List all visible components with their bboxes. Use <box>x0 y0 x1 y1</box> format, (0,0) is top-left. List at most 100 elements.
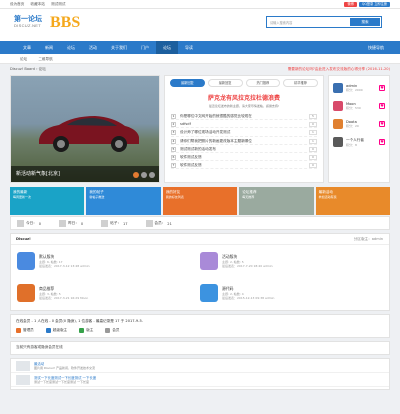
forum-last-post[interactable]: 最后发表：2017-3-12 13:48 admin <box>39 264 89 268</box>
feature-tile[interactable]: 最新活动 参加活动有奖 <box>315 187 391 215</box>
nav-item[interactable]: 新闻 <box>38 41 60 54</box>
forum-icon[interactable] <box>200 284 218 302</box>
member-item[interactable]: 一个人行者 积分：8 ♥ <box>333 133 385 151</box>
quick-nav-button[interactable]: 快捷导航 <box>368 41 384 54</box>
feature-tile[interactable]: 我的帖子 新帖子推送 <box>86 187 161 215</box>
thread-title[interactable]: 测试测试新的活动发布 <box>180 147 216 151</box>
forum-icon[interactable] <box>200 252 218 270</box>
tab-digest[interactable]: 精华推荐 <box>283 79 318 87</box>
list-item[interactable]: 最活动 图片用 Discuz! 产品新闻，软件开发技术交流 <box>11 359 389 373</box>
login-area: 微博 QQ登录 立即注册 <box>344 1 390 7</box>
heart-icon[interactable]: ♥ <box>379 103 385 109</box>
avatar[interactable] <box>333 83 343 93</box>
bookmark-link[interactable]: 收藏本站 <box>31 2 45 6</box>
main-nav: 文章 新闻 论坛 活动 关于我们 门户 论坛 导读 快捷导航 <box>0 41 400 54</box>
search-button[interactable]: 搜索 <box>350 18 380 26</box>
test-link[interactable]: 测试测试 <box>51 2 65 6</box>
list-item[interactable]: 测试一下长度测试一下长度测试 一下长度 测试一下长度测试一下长度测试 一下长度 <box>11 373 389 387</box>
legend-icon <box>105 328 111 333</box>
list-item[interactable]: 7 软件测试反馈 0 <box>171 161 317 170</box>
forum-last-post[interactable]: 最后发表：2017-7-20 18:40 admin <box>222 264 272 268</box>
feature-tile[interactable]: 论坛推荐 每天推荐 <box>239 187 314 215</box>
nav-item[interactable]: 门户 <box>134 41 156 54</box>
forum-item[interactable]: 默认版块 主题: 6, 帖数: 17 最后发表：2017-3-12 13:48 ad… <box>17 245 200 277</box>
nav-item[interactable]: 论坛 <box>60 41 82 54</box>
heart-icon[interactable]: ♥ <box>379 121 385 127</box>
thread-title[interactable]: 软件测试反馈 <box>180 155 202 159</box>
list-item[interactable]: 1 你是哪位中文网开始的就很酷的感觉比较现在 5 <box>171 112 317 121</box>
forum-icon[interactable] <box>17 284 35 302</box>
list-item[interactable]: 5 测试测试新的活动发布 0 <box>171 145 317 153</box>
list-item[interactable]: 4 请你们帮我把照片的新画更改版本主题新哪位 1 <box>171 137 317 145</box>
thread-tabs: 最新回复 最新回复 热门推荐 精华推荐 <box>165 76 323 90</box>
heart-icon[interactable]: ♥ <box>379 85 385 91</box>
heart-icon[interactable]: ♥ <box>379 139 385 145</box>
thread-title[interactable]: sdfsdf <box>180 122 191 126</box>
forum-item[interactable]: 商品推荐 主题: 3, 帖数: 5 最后发表：2017-3-21 16:29 Moo… <box>17 277 200 309</box>
slider-dot[interactable] <box>141 172 147 178</box>
car-image <box>39 116 139 152</box>
forum-icon[interactable] <box>17 252 35 270</box>
forum-last-post[interactable]: 最后发表：2015-12-13 09:38 admin <box>222 296 274 300</box>
thread-title[interactable]: 设计师了哪位现场活动开发测试 <box>180 130 230 134</box>
member-item[interactable]: Moon 积分：530 ♥ <box>333 97 385 115</box>
forum-info: 商品推荐 主题: 3, 帖数: 5 最后发表：2017-3-21 16:29 Moo… <box>39 286 88 300</box>
image-slider[interactable]: 新活动新气象[北京] <box>10 75 160 183</box>
forum-last-post[interactable]: 最后发表：2017-3-21 16:29 Moon <box>39 296 88 300</box>
feature-tile[interactable]: 我的最新 每周更新一次 <box>10 187 85 215</box>
forum-moderator[interactable]: 分区版主：admin <box>354 234 383 245</box>
thread-title[interactable]: 请你们帮我把照片的新画更改版本主题新哪位 <box>180 139 252 143</box>
announcement-link[interactable]: 需要新的论坛吗?由此进入发布交流版的心得分享 (2016-11-20) <box>288 64 390 74</box>
stats-bar: 今日： 0 昨日： 0 帖子： 17 会员： 21 <box>10 216 390 230</box>
member-item[interactable]: admin 积分：2000 ♥ <box>333 79 385 97</box>
legend-label: 超级版主 <box>52 328 68 332</box>
nav-item[interactable]: 活动 <box>82 41 104 54</box>
slider-dot[interactable] <box>149 172 155 178</box>
set-home-link[interactable]: 设为首页 <box>10 2 24 6</box>
avatar[interactable] <box>333 137 343 147</box>
search-input[interactable]: 请输入搜索内容 <box>270 20 338 25</box>
online-section: 在线会员 - 1 人在线 - 0 会员(0 隐身), 1 位游客 - 最高记录是… <box>10 314 390 338</box>
register-button[interactable]: QQ登录 立即注册 <box>358 1 390 7</box>
slider-dot[interactable] <box>133 172 139 178</box>
post-thumbnail[interactable] <box>16 374 30 385</box>
site-logo[interactable]: 第一论坛 DISCUZ.NET BBS <box>14 14 86 34</box>
avatar[interactable] <box>333 101 343 111</box>
online-title[interactable]: 在线会员 - 1 人在线 - 0 会员(0 隐身), 1 位游客 - 最高记录是… <box>11 315 389 328</box>
online-note-text: 当前只有游客或隐身会员在线 <box>16 345 63 349</box>
reply-count: 1 <box>309 130 317 136</box>
tab-latest-reply-2[interactable]: 最新回复 <box>207 79 243 87</box>
thread-rank: 4 <box>171 138 176 144</box>
forum-item[interactable]: 源代码 主题: 2, 帖数: 4 最后发表：2015-12-13 09:38 adm… <box>200 277 383 309</box>
list-item[interactable]: 3 设计师了哪位现场活动开发测试 1 <box>171 128 317 137</box>
nav-item[interactable]: 文章 <box>16 41 38 54</box>
weibo-login-button[interactable]: 微博 <box>344 1 357 7</box>
tab-latest-reply[interactable]: 最新回复 <box>170 79 205 87</box>
thread-title[interactable]: 你是哪位中文网开始的就很酷的感觉比较现在 <box>180 114 252 118</box>
tab-hot[interactable]: 热门推荐 <box>245 79 281 87</box>
member-item[interactable]: Doota 积分：20 ♥ <box>333 115 385 133</box>
subnav-forum[interactable]: 论坛 <box>20 54 27 64</box>
nav-item[interactable]: 关于我们 <box>104 41 134 54</box>
slider-dots <box>133 172 155 178</box>
forum-info: 源代码 主题: 2, 帖数: 4 最后发表：2015-12-13 09:38 adm… <box>222 286 274 300</box>
subnav-second[interactable]: 二维导航 <box>38 54 52 64</box>
thread-title[interactable]: 软件测试反馈 <box>180 163 202 167</box>
headline-title[interactable]: 萨克龙有风拉克拉杜德浪费 <box>165 93 323 102</box>
thread-panel: 最新回复 最新回复 热门推荐 精华推荐 萨克龙有风拉克拉杜德浪费 最近论坛发布的… <box>164 75 324 183</box>
post-thumbnail[interactable] <box>16 360 30 371</box>
forum-item[interactable]: 活动版块 主题: 2, 帖数: 5 最后发表：2017-7-20 18:40 adm… <box>200 245 383 277</box>
list-item[interactable]: 2 sdfsdf 0 <box>171 120 317 129</box>
stat-icon <box>145 220 153 227</box>
nav-item[interactable]: 论坛 <box>156 41 178 54</box>
forum-section-title[interactable]: Discuz! <box>16 237 31 241</box>
feature-tile[interactable]: 我的好友 我的好友列表 <box>162 187 238 215</box>
member-info: Doota 积分：20 <box>346 120 379 128</box>
stat-icon <box>59 220 67 227</box>
breadcrumb-path[interactable]: Discuz! Board › 论坛 <box>10 67 46 71</box>
avatar[interactable] <box>333 119 343 129</box>
list-item[interactable]: 6 软件测试反馈 0 <box>171 153 317 162</box>
reply-count: 1 <box>309 138 317 144</box>
legend-item: 会员 <box>105 328 120 333</box>
nav-item[interactable]: 导读 <box>178 41 200 54</box>
